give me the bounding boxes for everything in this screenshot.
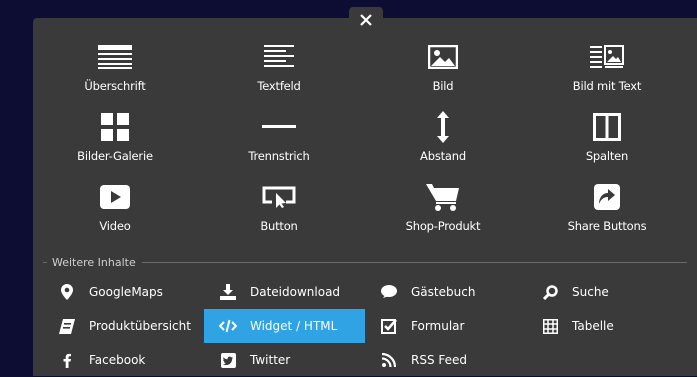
close-icon <box>360 14 372 26</box>
list-item-twitter[interactable]: Twitter <box>204 343 365 377</box>
search-icon <box>540 284 560 300</box>
list-item-label: Twitter <box>250 353 291 367</box>
list-item-rss-feed[interactable]: RSS Feed <box>365 343 526 377</box>
map-marker-icon <box>57 284 77 300</box>
tile-label: Bilder-Galerie <box>77 149 153 163</box>
tile-label: Bild mit Text <box>572 79 642 93</box>
list-item-label: Suche <box>572 285 609 299</box>
list-item-label: GoogleMaps <box>89 285 163 299</box>
divider-icon <box>262 110 296 144</box>
speech-bubble-icon <box>379 284 399 300</box>
tile-button[interactable]: Button <box>197 178 361 248</box>
add-content-panel: Überschrift Textfeld Bild Bild mit Text … <box>33 18 697 376</box>
tile-bild-mit-text[interactable]: Bild mit Text <box>525 38 689 108</box>
list-item-label: Produktübersicht <box>89 319 191 333</box>
checkbox-icon <box>379 318 399 334</box>
image-with-text-icon <box>590 40 624 74</box>
shopping-cart-icon <box>426 180 460 214</box>
product-overview-icon <box>57 318 77 334</box>
columns-icon <box>593 110 621 144</box>
list-item-facebook[interactable]: Facebook <box>43 343 204 377</box>
tile-label: Trennstrich <box>248 149 310 163</box>
video-icon <box>100 180 130 214</box>
tile-ueberschrift[interactable]: Überschrift <box>33 38 197 108</box>
tile-video[interactable]: Video <box>33 178 197 248</box>
list-item-tabelle[interactable]: Tabelle <box>526 309 687 343</box>
list-item-label: Dateidownload <box>250 285 341 299</box>
list-item-dateidownload[interactable]: Dateidownload <box>204 275 365 309</box>
heading-icon <box>98 40 132 74</box>
list-item-label: Facebook <box>89 353 146 367</box>
list-item-googlemaps[interactable]: GoogleMaps <box>43 275 204 309</box>
code-icon <box>218 318 238 334</box>
section-title: Weitere Inhalte <box>52 256 136 269</box>
list-item-label: Widget / HTML <box>250 319 338 333</box>
tile-shop-produkt[interactable]: Shop-Produkt <box>361 178 525 248</box>
table-icon <box>540 318 560 334</box>
download-icon <box>218 284 238 300</box>
tile-trennstrich[interactable]: Trennstrich <box>197 108 361 178</box>
more-content-list: GoogleMaps Dateidownload Gästebuch Suche… <box>43 275 688 377</box>
tile-bilder-galerie[interactable]: Bilder-Galerie <box>33 108 197 178</box>
list-item-suche[interactable]: Suche <box>526 275 687 309</box>
tile-label: Abstand <box>420 149 466 163</box>
list-item-gaestebuch[interactable]: Gästebuch <box>365 275 526 309</box>
tile-label: Button <box>260 219 298 233</box>
list-item-produktuebersicht[interactable]: Produktübersicht <box>43 309 204 343</box>
button-icon <box>262 180 296 214</box>
content-type-grid: Überschrift Textfeld Bild Bild mit Text … <box>33 38 697 248</box>
list-item-label: RSS Feed <box>411 353 468 367</box>
more-content-section-header: Weitere Inhalte <box>43 256 687 269</box>
textfield-icon <box>264 40 294 74</box>
list-item-label: Tabelle <box>572 319 614 333</box>
tile-abstand[interactable]: Abstand <box>361 108 525 178</box>
tile-label: Spalten <box>585 149 629 163</box>
gallery-icon <box>101 110 129 144</box>
tile-textfeld[interactable]: Textfeld <box>197 38 361 108</box>
spacing-icon <box>436 110 450 144</box>
list-item-formular[interactable]: Formular <box>365 309 526 343</box>
divider-line <box>141 262 687 263</box>
share-icon <box>594 180 620 214</box>
list-item-label: Gästebuch <box>411 285 476 299</box>
rss-icon <box>379 352 399 368</box>
list-item-widget-html[interactable]: Widget / HTML <box>204 309 365 343</box>
list-item-label: Formular <box>411 319 465 333</box>
twitter-icon <box>218 352 238 368</box>
tile-share-buttons[interactable]: Share Buttons <box>525 178 689 248</box>
tile-spalten[interactable]: Spalten <box>525 108 689 178</box>
image-icon <box>428 40 458 74</box>
tile-label: Shop-Produkt <box>405 219 481 233</box>
tile-label: Überschrift <box>84 79 146 93</box>
tile-label: Share Buttons <box>567 219 647 233</box>
tile-bild[interactable]: Bild <box>361 38 525 108</box>
facebook-icon <box>57 352 77 368</box>
tile-label: Bild <box>432 79 454 93</box>
tile-label: Video <box>99 219 131 233</box>
tile-label: Textfeld <box>257 79 301 93</box>
close-button[interactable] <box>349 7 383 33</box>
